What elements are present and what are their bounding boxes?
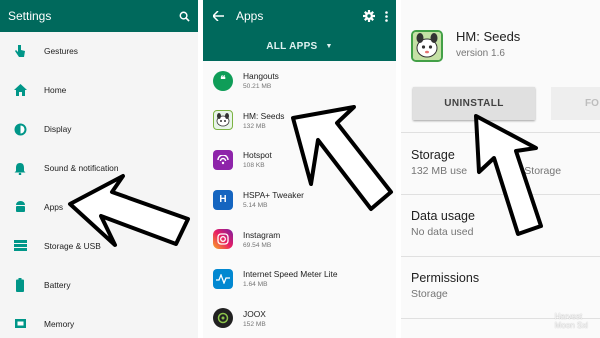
pointer-arrow-uninstall xyxy=(474,114,543,236)
pointer-arrow-hm-seeds xyxy=(291,105,393,211)
watermark-line: Harvest xyxy=(554,312,583,321)
watermark-line: Moon Sxl xyxy=(554,321,588,330)
annotation-arrows xyxy=(68,105,543,247)
pointer-arrow-apps xyxy=(68,174,190,247)
watermark: Harvest Moon Sxl xyxy=(555,312,588,330)
